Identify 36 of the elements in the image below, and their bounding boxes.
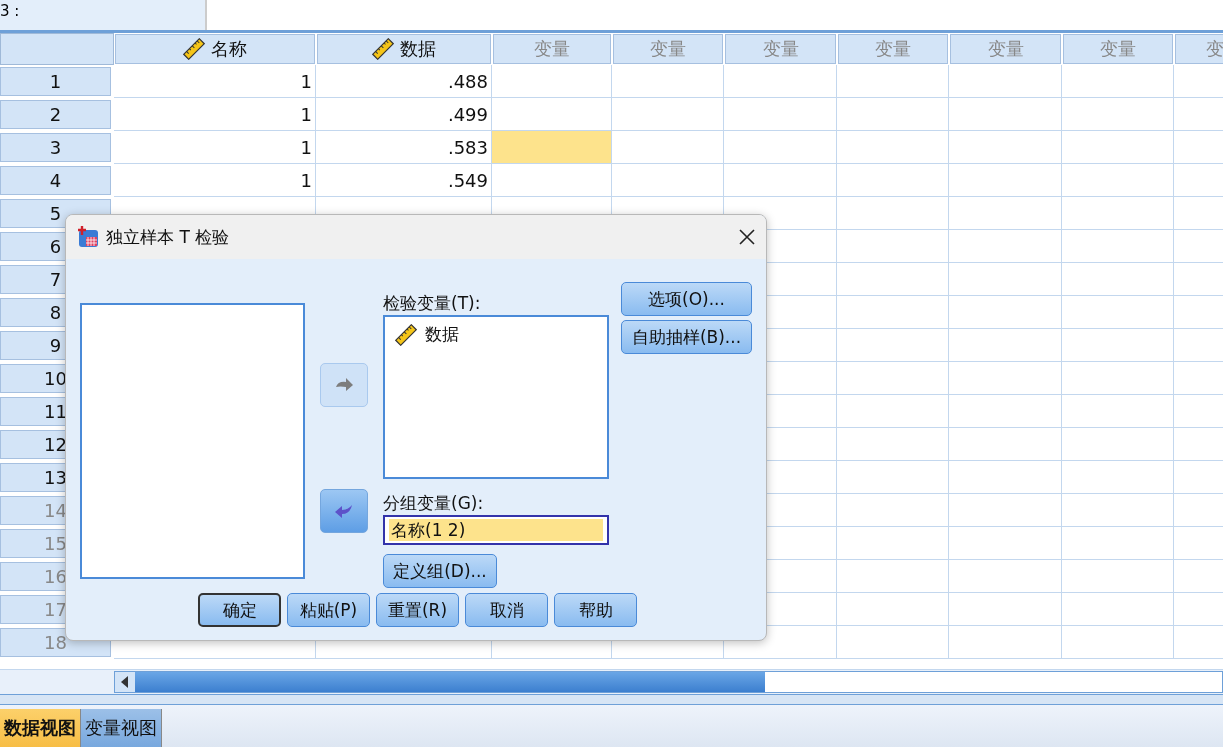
table-cell: 1	[114, 98, 316, 131]
row-header[interactable]: 4	[0, 166, 111, 195]
table-cell: .549	[316, 164, 492, 197]
dialog-button[interactable]: 重置(R)	[376, 593, 459, 627]
dialog-button[interactable]: 帮助	[554, 593, 637, 627]
close-icon[interactable]	[738, 228, 756, 246]
scroll-left-icon[interactable]	[121, 676, 129, 688]
dialog-button[interactable]: 确定	[198, 593, 281, 627]
cell-reference: 3 :	[0, 2, 20, 20]
column-header[interactable]: 名称	[115, 34, 315, 64]
table-icon	[76, 225, 100, 249]
list-item[interactable]: 数据	[425, 323, 459, 346]
table-cell: .499	[316, 98, 492, 131]
define-groups-button[interactable]: 定义组(D)...	[383, 554, 497, 588]
row-header[interactable]: 1	[0, 67, 111, 96]
pane-splitter[interactable]	[0, 694, 1223, 705]
row-header[interactable]: 3	[0, 133, 111, 162]
table-cell: .488	[316, 65, 492, 98]
dialog-button[interactable]: 选项(O)...	[621, 282, 752, 316]
dialog-button[interactable]: 取消	[465, 593, 548, 627]
row-header[interactable]: 2	[0, 100, 111, 129]
field-label: 分组变量(G):	[383, 492, 485, 515]
table-cell: 1	[114, 164, 316, 197]
test-variable-list[interactable]: 数据	[383, 315, 609, 479]
column-header[interactable]: 数据	[317, 34, 491, 64]
move-button[interactable]	[320, 489, 368, 533]
table-cell: 1	[114, 65, 316, 98]
source-variable-list[interactable]	[80, 303, 305, 579]
grouping-variable-field[interactable]: 名称(1 2)	[383, 515, 609, 545]
view-tab[interactable]: 变量视图	[81, 709, 162, 747]
view-tab[interactable]: 数据视图	[0, 709, 81, 747]
table-cell: 1	[114, 131, 316, 164]
dialog-button[interactable]: 自助抽样(B)...	[621, 320, 752, 354]
dialog-button[interactable]: 粘贴(P)	[287, 593, 370, 627]
horizontal-scrollbar[interactable]	[114, 671, 1223, 693]
field-label: 检验变量(T):	[383, 292, 482, 315]
